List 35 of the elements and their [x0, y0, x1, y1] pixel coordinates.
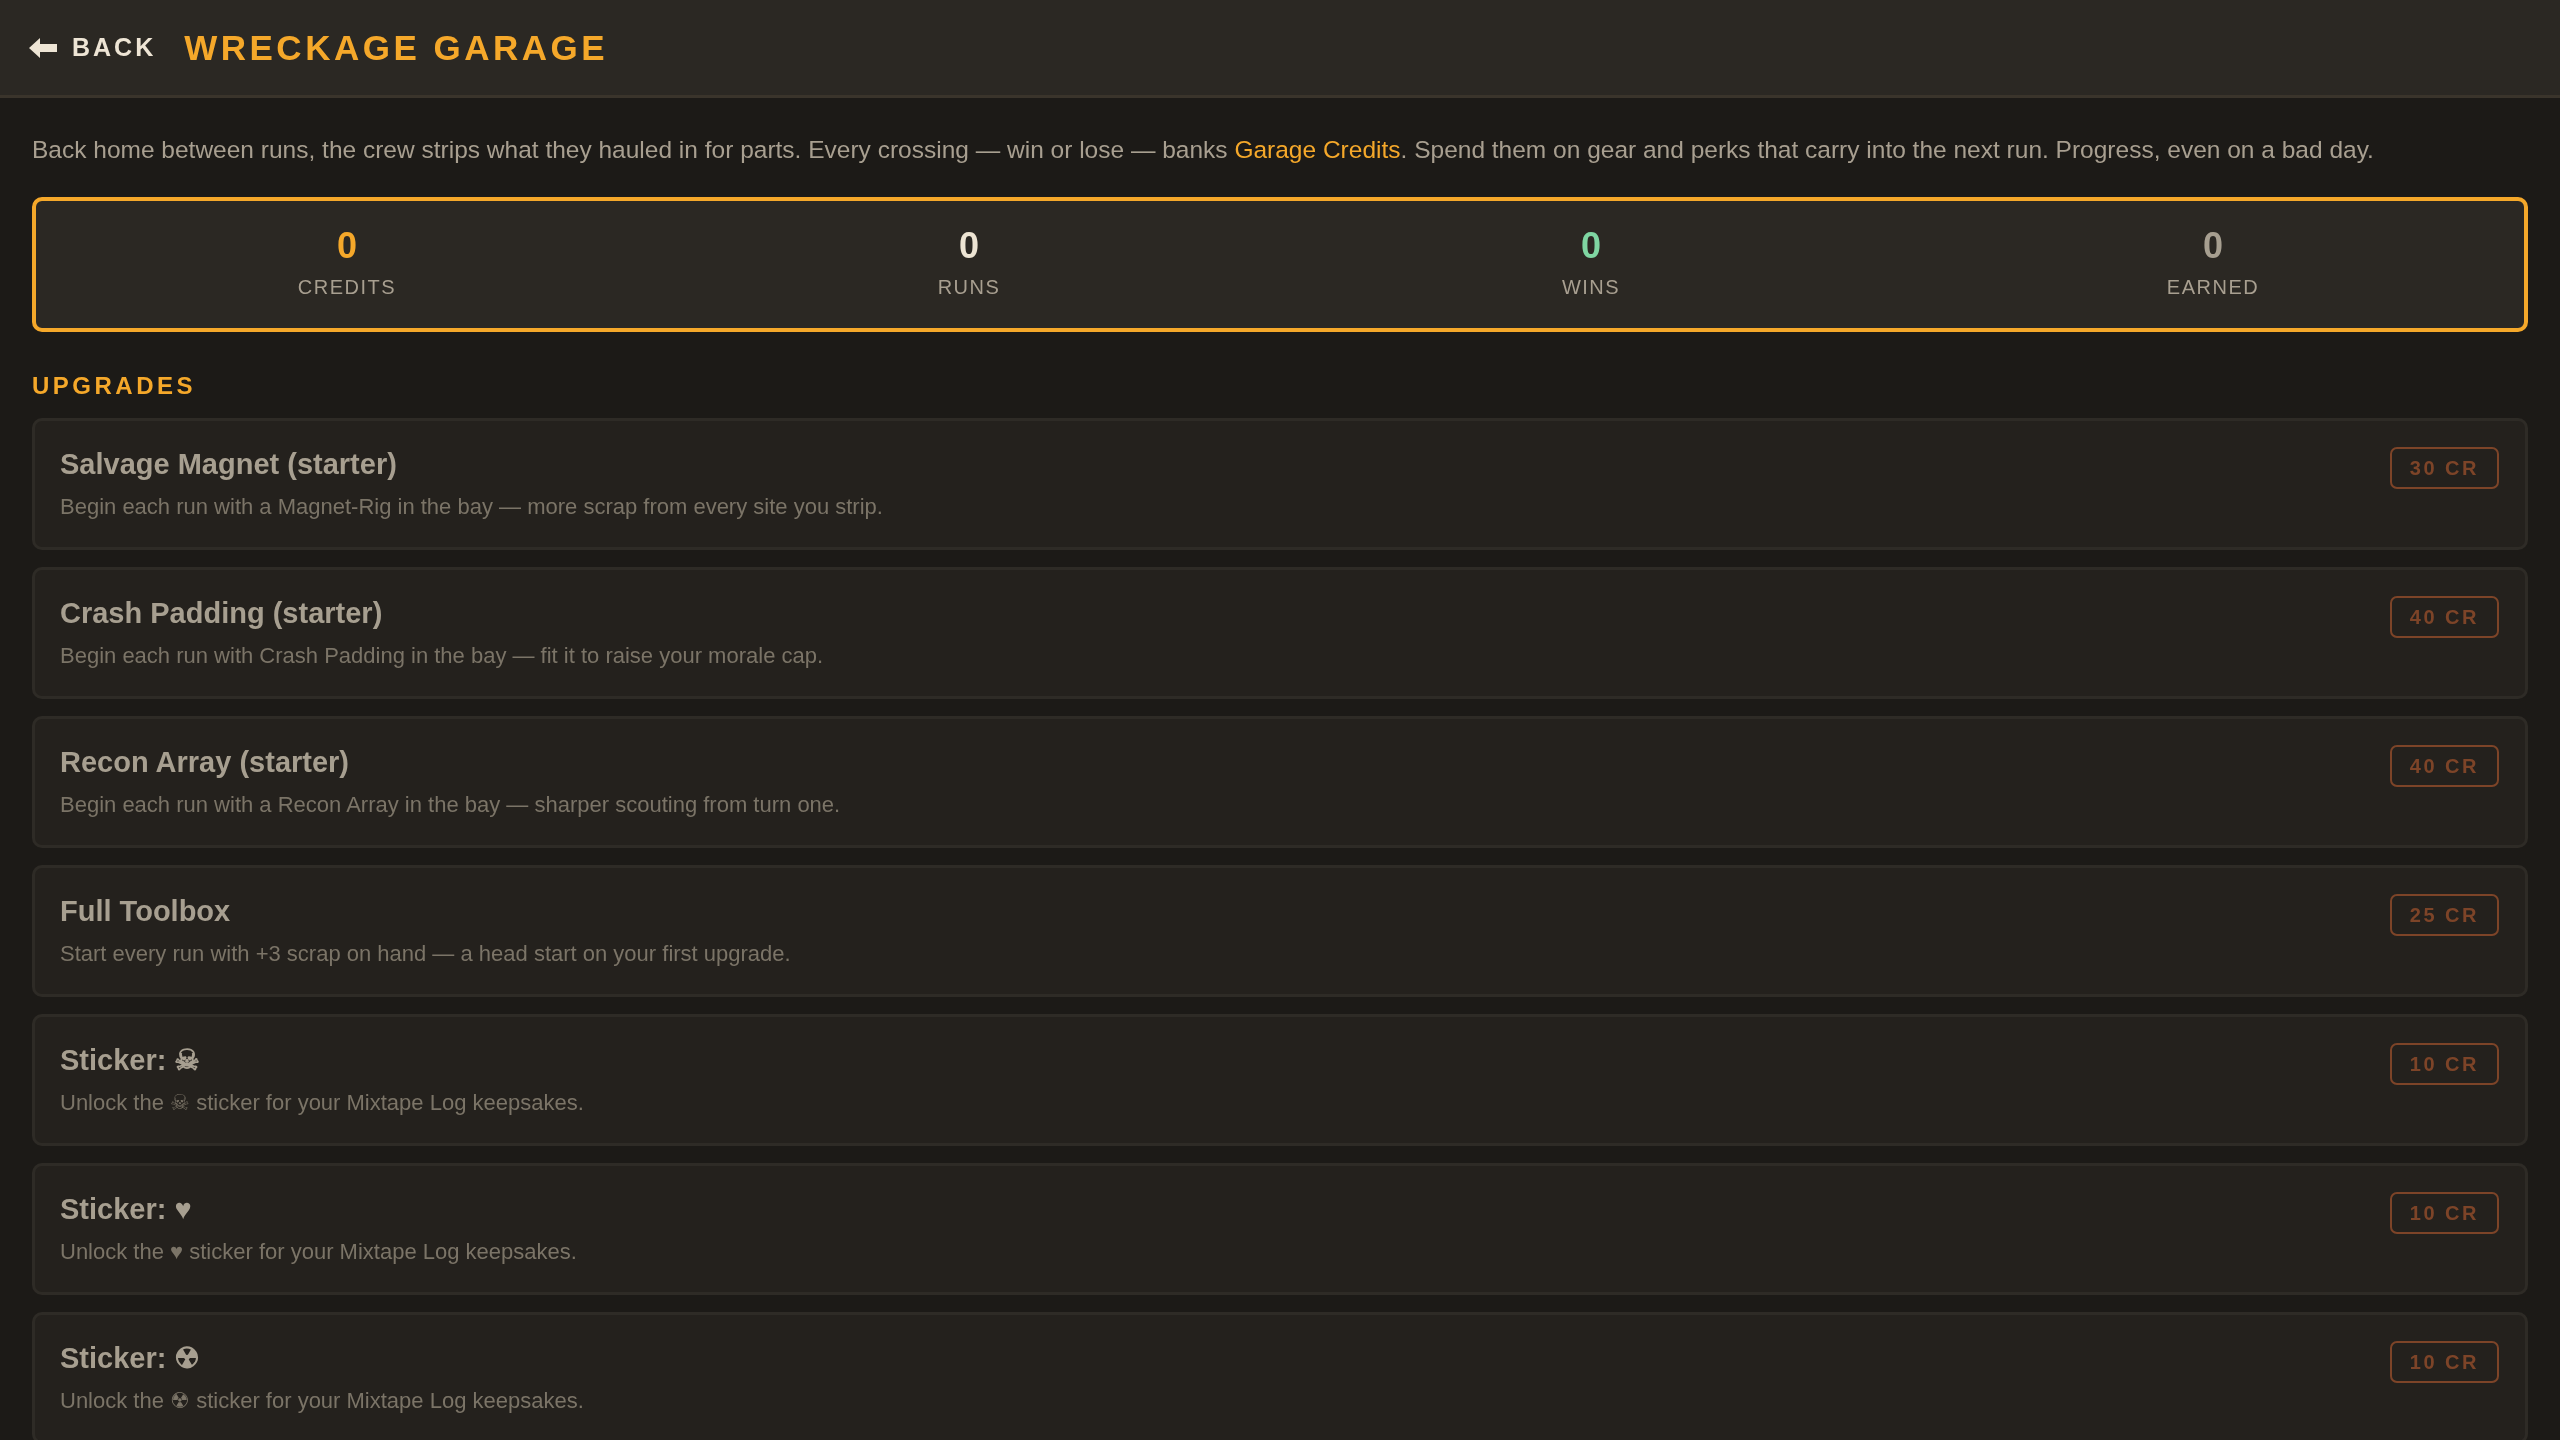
upgrade-card[interactable]: Sticker: ♥ Unlock the ♥ sticker for your Mixtape Log keepsakes. 10 CR [32, 1162, 2528, 1295]
upgrade-card[interactable]: Sticker: ☢ Unlock the ☢ sticker for your Mixtape Log keepsakes. 10 CR [32, 1311, 2528, 1440]
stat-value: 0 [959, 226, 979, 267]
section-heading: UPGRADES [32, 370, 198, 401]
upgrade-title: Recon Array (starter) [60, 744, 351, 780]
stat-value: 0 [1581, 226, 1601, 267]
garage-credits-link[interactable]: Garage Credits [1234, 136, 1401, 163]
stat-label: RUNS [937, 275, 1001, 301]
page-title: WRECKAGE GARAGE [184, 26, 609, 69]
upgrade-description: Begin each run with a Magnet-Rig in the bay — more scrap from every site you strip. [60, 492, 883, 521]
upgrade-description: Begin each run with a Recon Array in the bay — sharper scouting from turn one. [60, 790, 841, 819]
upgrade-description: Unlock the ☢ sticker for your Mixtape Log keepsakes. [60, 1386, 584, 1415]
upgrade-title: Sticker: ☠ [60, 1042, 202, 1078]
upgrade-description: Begin each run with Crash Padding in the bay — fit it to raise your morale cap. [60, 641, 824, 670]
upgrade-card[interactable]: Salvage Magnet (starter) Begin each run with a Magnet-Rig in the bay — more scrap from every site you strip. 30 CR [32, 417, 2528, 550]
upgrade-title: Salvage Magnet (starter) [60, 446, 398, 482]
stat-label: CREDITS [297, 275, 397, 301]
stat-label: WINS [1561, 275, 1621, 301]
upgrade-description: Start every run with +3 scrap on hand — a head start on your first upgrade. [60, 939, 791, 968]
stat-value: 0 [2203, 226, 2223, 267]
upgrade-description: Unlock the ♥ sticker for your Mixtape Log keepsakes. [60, 1237, 577, 1266]
upgrade-card[interactable]: Crash Padding (starter) Begin each run with Crash Padding in the bay — fit it to raise your morale cap. 40 CR [32, 566, 2528, 699]
back-arrow-icon [28, 36, 58, 59]
stat-value: 0 [337, 226, 357, 267]
intro-paragraph: Back home between runs, the crew strips what they hauled in for parts. Every crossing — win or lose — banks Garage Credits. Spend them on gear and perks that carry into the next run. Progress, even on a bad day. [32, 135, 2375, 165]
upgrade-title: Sticker: ♥ [60, 1191, 193, 1227]
upgrade-title: Crash Padding (starter) [60, 595, 384, 631]
upgrade-title: Full Toolbox [60, 893, 232, 929]
stat-label: EARNED [2166, 275, 2260, 301]
upgrade-card[interactable]: Full Toolbox Start every run with +3 scrap on hand — a head start on your first upgrade. 25 CR [32, 864, 2528, 997]
upgrade-card[interactable]: Sticker: ☠ Unlock the ☠ sticker for your Mixtape Log keepsakes. 10 CR [32, 1013, 2528, 1146]
upgrade-description: Unlock the ☠ sticker for your Mixtape Log keepsakes. [60, 1088, 584, 1117]
back-button[interactable]: BACK [28, 28, 157, 67]
upgrade-title: Sticker: ☢ [60, 1340, 202, 1376]
upgrade-card[interactable]: Recon Array (starter) Begin each run with a Recon Array in the bay — sharper scouting from turn one. 40 CR [32, 715, 2528, 848]
